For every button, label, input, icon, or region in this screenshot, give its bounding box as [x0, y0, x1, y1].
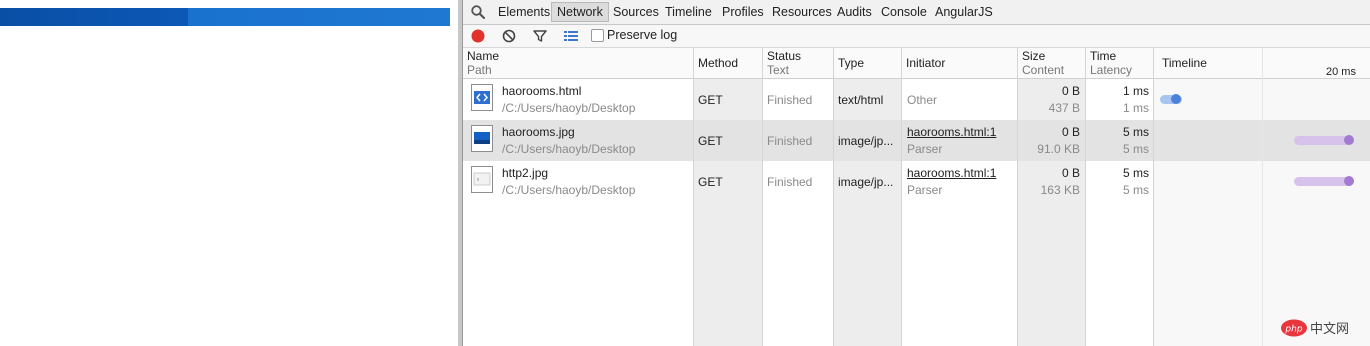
header-status-text: Text	[767, 63, 790, 77]
header-type[interactable]: Type	[838, 56, 864, 70]
preserve-log-checkbox[interactable]	[591, 29, 604, 42]
request-name[interactable]: haorooms.html	[502, 84, 581, 98]
network-request-table: Name Path Method Status Text Type Initia…	[463, 48, 1370, 346]
column-divider[interactable]	[693, 48, 694, 346]
header-time[interactable]: Time	[1090, 49, 1116, 63]
request-name[interactable]: haorooms.jpg	[502, 125, 575, 139]
tab-profiles[interactable]: Profiles	[717, 3, 769, 21]
tab-console[interactable]: Console	[876, 3, 932, 21]
clear-icon[interactable]	[501, 28, 517, 44]
tab-timeline[interactable]: Timeline	[660, 3, 717, 21]
header-size[interactable]: Size	[1022, 49, 1045, 63]
column-divider[interactable]	[1085, 48, 1086, 346]
timeline-bar-dot	[1344, 176, 1354, 186]
tab-elements[interactable]: Elements	[493, 3, 555, 21]
timeline-scale-label: 20 ms	[1326, 66, 1356, 78]
request-initiator-link[interactable]: haorooms.html:1	[907, 125, 996, 139]
request-initiator-type: Parser	[907, 183, 943, 197]
request-initiator-link[interactable]: haorooms.html:1	[907, 166, 996, 180]
timeline-bar[interactable]	[1294, 135, 1354, 145]
page-viewport	[0, 0, 458, 346]
request-path: /C:/Users/haoyb/Desktop	[502, 183, 636, 197]
request-content: 163 KB	[1040, 183, 1080, 197]
filter-icon[interactable]	[532, 28, 548, 44]
request-time: 5 ms	[1122, 125, 1149, 139]
timeline-bar-dot	[1171, 94, 1181, 104]
timeline-gridline	[1262, 48, 1263, 346]
request-method: GET	[698, 175, 723, 189]
tab-audits[interactable]: Audits	[832, 3, 877, 21]
request-method: GET	[698, 93, 723, 107]
html-file-icon	[471, 84, 493, 111]
column-divider[interactable]	[762, 48, 763, 346]
header-initiator[interactable]: Initiator	[906, 56, 945, 70]
request-path: /C:/Users/haoyb/Desktop	[502, 142, 636, 156]
column-divider[interactable]	[901, 48, 902, 346]
request-path: /C:/Users/haoyb/Desktop	[502, 101, 636, 115]
request-size: 0 B	[1061, 125, 1080, 139]
request-time: 1 ms	[1122, 84, 1149, 98]
network-subtoolbar: Preserve log	[463, 25, 1370, 48]
tab-network[interactable]: Network	[551, 2, 609, 22]
page-header-bar	[0, 8, 450, 26]
request-type: image/jp...	[838, 134, 894, 148]
timeline-bar[interactable]	[1294, 176, 1354, 186]
timeline-bar[interactable]	[1160, 94, 1182, 104]
watermark-logo: php 中文网	[1280, 318, 1362, 338]
preserve-log-label: Preserve log	[607, 28, 678, 42]
request-initiator-type: Parser	[907, 142, 943, 156]
table-row[interactable]: haorooms.html /C:/Users/haoyb/Desktop GE…	[463, 79, 1370, 120]
timeline-bar-dot	[1344, 135, 1354, 145]
table-row[interactable]: haorooms.jpg /C:/Users/haoyb/Desktop GET…	[463, 120, 1370, 161]
request-type: text/html	[838, 93, 884, 107]
request-time: 5 ms	[1122, 166, 1149, 180]
table-header: Name Path Method Status Text Type Initia…	[463, 48, 1370, 79]
image-file-icon	[471, 125, 493, 152]
watermark-text: 中文网	[1310, 322, 1349, 337]
large-rows-icon[interactable]	[563, 28, 579, 44]
header-method[interactable]: Method	[698, 56, 738, 70]
request-size: 0 B	[1061, 166, 1080, 180]
header-timeline[interactable]: Timeline	[1162, 56, 1207, 70]
header-content: Content	[1022, 63, 1065, 77]
image-file-icon	[471, 166, 493, 193]
request-status: Finished	[767, 134, 813, 148]
header-name[interactable]: Name	[467, 49, 499, 63]
devtools-toolbar: Elements Network Sources Timeline Profil…	[463, 0, 1370, 25]
svg-text:php: php	[1284, 325, 1302, 335]
column-divider[interactable]	[1017, 48, 1018, 346]
request-method: GET	[698, 134, 723, 148]
table-row[interactable]: http2.jpg /C:/Users/haoyb/Desktop GET Fi…	[463, 161, 1370, 202]
request-initiator: Other	[907, 93, 938, 107]
request-latency: 5 ms	[1122, 142, 1149, 156]
header-latency: Latency	[1090, 63, 1133, 77]
request-latency: 1 ms	[1122, 101, 1149, 115]
tab-sources[interactable]: Sources	[608, 3, 664, 21]
tab-resources[interactable]: Resources	[767, 3, 837, 21]
request-content: 91.0 KB	[1037, 142, 1080, 156]
request-type: image/jp...	[838, 175, 894, 189]
request-size: 0 B	[1061, 84, 1080, 98]
header-status[interactable]: Status	[767, 49, 801, 63]
header-path: Path	[467, 63, 492, 77]
request-content: 437 B	[1048, 101, 1080, 115]
column-divider[interactable]	[833, 48, 834, 346]
request-latency: 5 ms	[1122, 183, 1149, 197]
request-status: Finished	[767, 175, 813, 189]
record-icon[interactable]	[470, 28, 486, 44]
request-name[interactable]: http2.jpg	[502, 166, 548, 180]
tab-angularjs[interactable]: AngularJS	[930, 3, 998, 21]
search-icon[interactable]	[469, 3, 487, 21]
column-divider[interactable]	[1153, 48, 1154, 346]
request-status: Finished	[767, 93, 813, 107]
devtools-panel: Elements Network Sources Timeline Profil…	[463, 0, 1370, 346]
